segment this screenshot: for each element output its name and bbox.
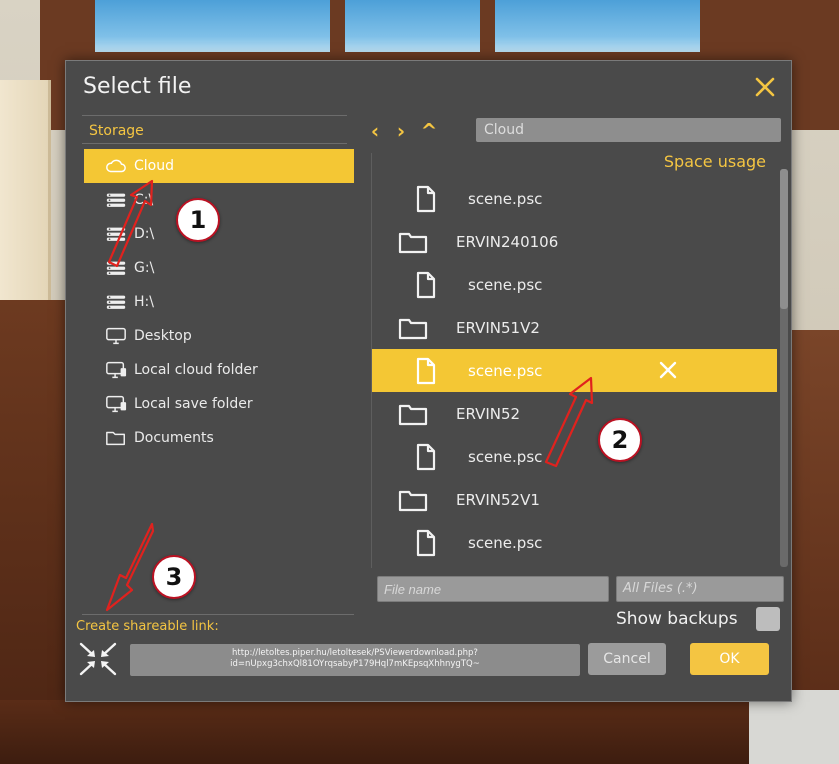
space-usage-link[interactable]: Space usage [664,152,766,171]
folder-name: ERVIN52V1 [456,490,540,509]
divider [82,143,347,144]
forward-button[interactable]: › [390,121,412,141]
folder-icon [398,227,428,257]
cabinet [0,80,51,310]
folder-row[interactable]: ERVIN240106 [372,220,777,263]
file-row[interactable]: scene.psc [372,263,777,306]
window-glass [95,0,330,52]
storage-item-label: C:\ [134,192,154,208]
storage-item-h-drive[interactable]: H:\ [84,285,354,319]
folder-name: ERVIN240106 [456,232,559,251]
storage-item-label: Cloud [134,158,174,174]
share-link-button[interactable] [76,639,120,679]
storage-item-local-save-folder[interactable]: Local save folder [84,387,354,421]
folder-row[interactable]: ERVIN51V2 [372,306,777,349]
folder-name: ERVIN51V2 [456,318,540,337]
share-link-label: Create shareable link: [76,619,219,634]
folder-row[interactable]: ERVIN52 [372,392,777,435]
local-cloud-folder-icon [104,360,128,380]
file-name: scene.psc [468,447,543,466]
storage-heading: Storage [89,123,144,139]
storage-item-label: H:\ [134,294,154,310]
annotation-badge-1: 1 [176,198,220,242]
divider [82,614,354,615]
path-field[interactable]: Cloud [476,118,781,142]
select-file-dialog: Select file Storage Cloud C:\ D:\ G:\ H:… [65,60,792,702]
show-backups-label: Show backups [616,609,738,629]
file-row[interactable]: scene.psc [372,435,777,478]
cancel-button[interactable]: Cancel [588,643,666,675]
file-list: scene.psc ERVIN240106 scene.psc ERVIN51V… [372,177,777,564]
cloud-icon [104,156,128,176]
delete-file-button[interactable] [658,360,678,380]
drive-icon [104,190,128,210]
file-row[interactable]: scene.psc [372,521,777,564]
storage-item-local-cloud-folder[interactable]: Local cloud folder [84,353,354,387]
divider [82,115,347,116]
folder-icon [398,313,428,343]
scrollbar-thumb[interactable] [780,169,788,309]
file-icon [410,356,440,386]
storage-item-label: D:\ [134,226,155,242]
monitor-icon [104,326,128,346]
wood-panel [789,330,839,710]
storage-item-documents[interactable]: Documents [84,421,354,455]
storage-item-label: Local save folder [134,396,253,412]
floor [0,700,839,764]
file-icon [410,442,440,472]
file-name-input[interactable] [377,576,609,602]
file-name: scene.psc [468,361,543,380]
close-icon [755,77,775,97]
close-icon [659,361,677,379]
storage-list: Cloud C:\ D:\ G:\ H:\ Desktop Local clou… [84,149,354,455]
file-name: scene.psc [468,275,543,294]
local-save-folder-icon [104,394,128,414]
drive-icon [104,224,128,244]
share-link-field[interactable]: http://letoltes.piper.hu/letoltesek/PSVi… [130,644,580,676]
window-glass [495,0,700,52]
dialog-title: Select file [83,74,192,99]
back-button[interactable]: ‹ [364,121,386,141]
wood-panel [0,300,70,764]
storage-item-c-drive[interactable]: C:\ [84,183,354,217]
collapse-arrows-icon [79,642,117,676]
drive-icon [104,258,128,278]
folder-icon [398,485,428,515]
storage-item-label: G:\ [134,260,155,276]
file-name: scene.psc [468,533,543,552]
close-button[interactable] [753,75,777,99]
storage-item-desktop[interactable]: Desktop [84,319,354,353]
folder-icon [104,428,128,448]
annotation-badge-2: 2 [598,418,642,462]
file-icon [410,528,440,558]
up-button[interactable]: ^ [418,121,440,141]
storage-item-label: Desktop [134,328,192,344]
show-backups-checkbox[interactable] [756,607,780,631]
file-icon [410,270,440,300]
file-type-select[interactable]: All Files (.*) [616,576,784,602]
scrollbar[interactable] [780,169,788,567]
storage-item-label: Local cloud folder [134,362,258,378]
window-glass [345,0,480,52]
storage-item-label: Documents [134,430,214,446]
drive-icon [104,292,128,312]
storage-item-cloud[interactable]: Cloud [84,149,354,183]
file-icon [410,184,440,214]
folder-name: ERVIN52 [456,404,521,423]
file-row-selected[interactable]: scene.psc [372,349,777,392]
annotation-badge-3: 3 [152,555,196,599]
storage-item-g-drive[interactable]: G:\ [84,251,354,285]
ok-button[interactable]: OK [690,643,769,675]
file-row[interactable]: scene.psc [372,177,777,220]
folder-icon [398,399,428,429]
folder-row[interactable]: ERVIN52V1 [372,478,777,521]
file-name: scene.psc [468,189,543,208]
